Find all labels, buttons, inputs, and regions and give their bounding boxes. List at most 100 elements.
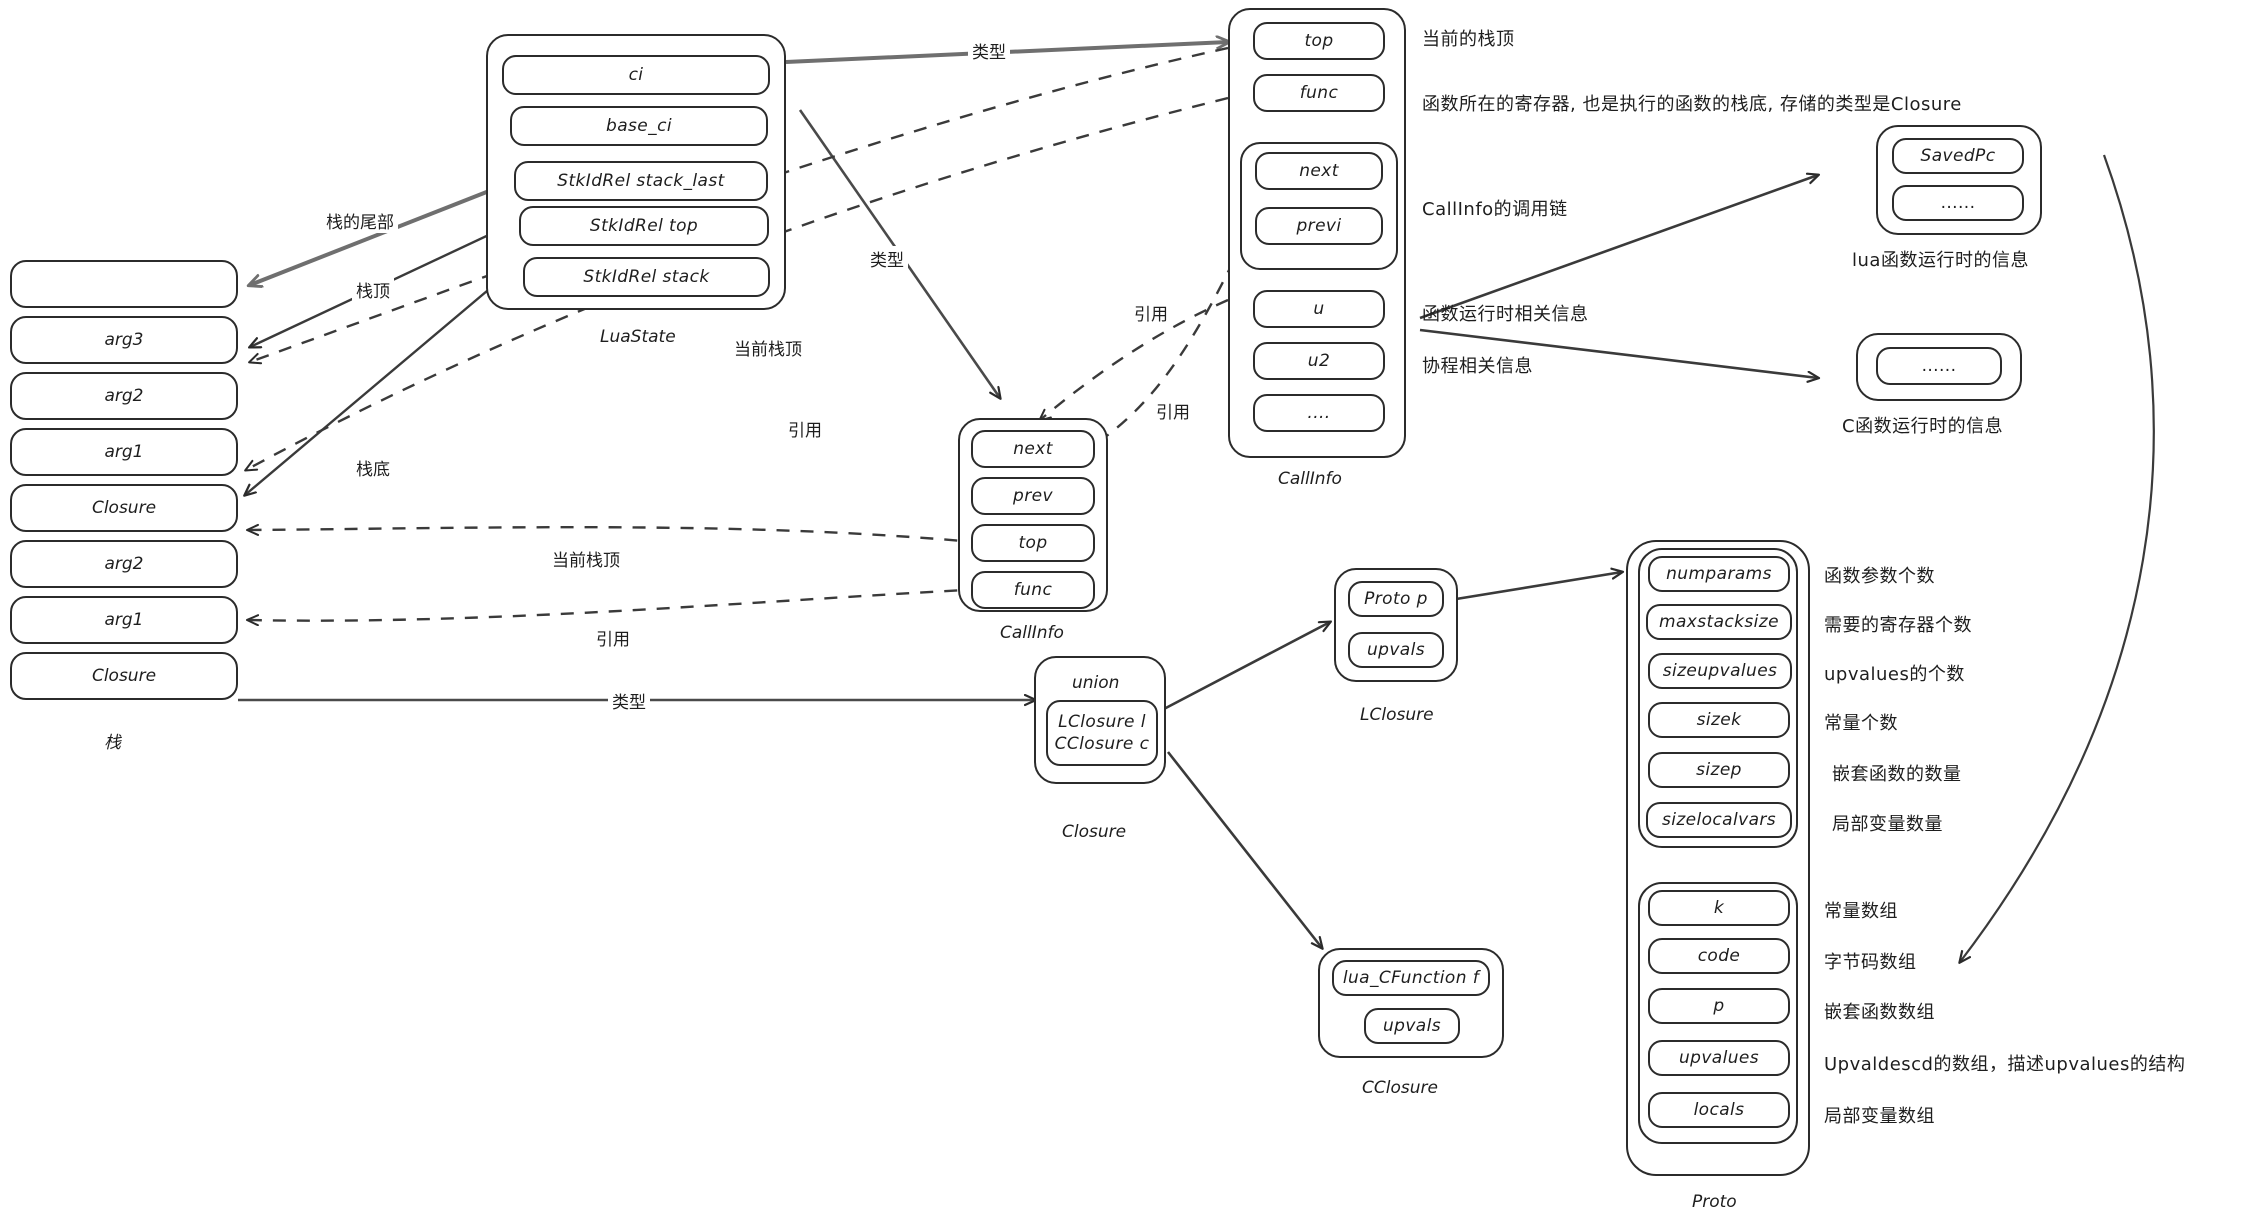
callinfo-mid-field-func[interactable]: func [971, 571, 1095, 609]
lua-runtime-field-rest[interactable]: ...... [1892, 185, 2024, 221]
callinfo-mid-field-next[interactable]: next [971, 430, 1095, 468]
annotation-coroutine-info: 协程相关信息 [1422, 356, 1533, 377]
field-label: ci [628, 65, 644, 85]
callinfo-top-field-previ[interactable]: previ [1255, 207, 1383, 245]
field-label: .... [1307, 403, 1331, 423]
field-label: code [1697, 946, 1741, 966]
stack-cell-label: Closure [91, 498, 157, 518]
cclosure-field-upvals[interactable]: upvals [1364, 1008, 1460, 1044]
luastate-caption: LuaState [600, 327, 676, 347]
field-label: ...... [1940, 193, 1976, 213]
field-label: SavedPc [1920, 146, 1996, 166]
edge-label-ref-2: 引用 [1152, 398, 1194, 423]
proto-field-sizeupvalues[interactable]: sizeupvalues [1648, 653, 1792, 689]
edge-label-ref-1: 引用 [1130, 300, 1172, 325]
callinfo-top-field-next[interactable]: next [1255, 152, 1383, 190]
proto-annotation-sizeupvalues: upvalues的个数 [1824, 664, 1965, 685]
closure-caption: Closure [1062, 822, 1127, 842]
closure-field-cclosure[interactable]: CClosure c [1055, 734, 1150, 754]
field-label: p [1713, 996, 1725, 1016]
callinfo-top-field-func[interactable]: func [1253, 74, 1385, 112]
stack-cell-label: arg1 [104, 442, 144, 462]
edge-label-ref-4: 引用 [592, 625, 634, 650]
proto-annotation-numparams: 函数参数个数 [1824, 566, 1935, 587]
closure-union-label: union [1072, 673, 1120, 693]
proto-annotation-code: 字节码数组 [1824, 952, 1917, 973]
proto-field-maxstacksize[interactable]: maxstacksize [1646, 604, 1792, 640]
stack-cell-6[interactable]: arg1 [10, 596, 238, 644]
stack-cell-5[interactable]: arg2 [10, 540, 238, 588]
c-runtime-field-rest[interactable]: ...... [1876, 347, 2002, 385]
c-runtime-caption: C函数运行时的信息 [1842, 416, 2004, 437]
edge-label-ref-3: 引用 [784, 416, 826, 441]
proto-field-upvalues[interactable]: upvalues [1648, 1040, 1790, 1076]
proto-annotation-p: 嵌套函数数组 [1824, 1002, 1935, 1023]
edge-label-current-top-2: 当前栈顶 [548, 546, 624, 571]
callinfo-top-field-rest[interactable]: .... [1253, 394, 1385, 432]
callinfo-mid-field-prev[interactable]: prev [971, 477, 1095, 515]
stack-cell-0[interactable] [10, 260, 238, 308]
field-label: sizep [1696, 760, 1742, 780]
proto-field-sizek[interactable]: sizek [1648, 702, 1790, 738]
stack-cell-7[interactable]: Closure [10, 652, 238, 700]
edge-label-type-1: 类型 [968, 38, 1010, 63]
cclosure-caption: CClosure [1362, 1078, 1438, 1098]
callinfo-top-field-u2[interactable]: u2 [1253, 342, 1385, 380]
lua-runtime-caption: lua函数运行时的信息 [1852, 250, 2029, 271]
proto-caption: Proto [1692, 1192, 1737, 1212]
annotation-func-runtime-info: 函数运行时相关信息 [1422, 304, 1589, 325]
field-label: numparams [1666, 564, 1772, 584]
field-label: next [1013, 439, 1053, 459]
proto-field-k[interactable]: k [1648, 890, 1790, 926]
stack-cell-3[interactable]: arg1 [10, 428, 238, 476]
edge-label-stack-bottom: 栈底 [352, 455, 394, 480]
luastate-field-ci[interactable]: ci [502, 55, 770, 95]
proto-annotation-maxstacksize: 需要的寄存器个数 [1824, 615, 1972, 636]
proto-field-code[interactable]: code [1648, 938, 1790, 974]
proto-annotation-k: 常量数组 [1824, 901, 1898, 922]
field-label: func [1013, 580, 1053, 600]
field-label: top [1304, 31, 1334, 51]
field-label: next [1299, 161, 1339, 181]
proto-field-p[interactable]: p [1648, 988, 1790, 1024]
proto-field-numparams[interactable]: numparams [1648, 556, 1790, 592]
field-label: Proto p [1364, 589, 1428, 609]
field-label: locals [1693, 1100, 1745, 1120]
field-label: sizeupvalues [1662, 661, 1778, 681]
field-label: StkIdRel top [589, 216, 699, 236]
field-label: top [1018, 533, 1048, 553]
proto-annotation-sizek: 常量个数 [1824, 713, 1898, 734]
field-label: base_ci [606, 116, 672, 136]
stack-cell-label: arg1 [104, 610, 144, 630]
field-label: upvals [1366, 640, 1426, 660]
edge-label-stack-tail: 栈的尾部 [322, 208, 398, 233]
stack-cell-label: Closure [91, 666, 157, 686]
luastate-field-stack_last[interactable]: StkIdRel stack_last [514, 161, 768, 201]
lua-runtime-field-savedpc[interactable]: SavedPc [1892, 138, 2024, 174]
cclosure-field-f[interactable]: lua_CFunction f [1332, 960, 1490, 996]
callinfo-top-field-top[interactable]: top [1253, 22, 1385, 60]
field-label: upvalues [1678, 1048, 1760, 1068]
luastate-field-top[interactable]: StkIdRel top [519, 206, 769, 246]
closure-field-lclosure[interactable]: LClosure l [1058, 712, 1146, 732]
edge-label-type-2: 类型 [866, 246, 908, 271]
field-label: StkIdRel stack [583, 267, 710, 287]
annotation-func-register: 函数所在的寄存器, 也是执行的函数的栈底, 存储的类型是Closure [1422, 94, 1962, 115]
callinfo-top-field-u[interactable]: u [1253, 290, 1385, 328]
proto-field-locals[interactable]: locals [1648, 1092, 1790, 1128]
lclosure-field-upvals[interactable]: upvals [1348, 632, 1444, 668]
callinfo-mid-field-top[interactable]: top [971, 524, 1095, 562]
proto-field-sizep[interactable]: sizep [1648, 752, 1790, 788]
stack-cell-4[interactable]: Closure [10, 484, 238, 532]
luastate-field-base_ci[interactable]: base_ci [510, 106, 768, 146]
field-label: upvals [1382, 1016, 1442, 1036]
luastate-field-stack[interactable]: StkIdRel stack [523, 257, 770, 297]
field-label: ...... [1921, 356, 1957, 376]
stack-cell-2[interactable]: arg2 [10, 372, 238, 420]
proto-field-sizelocalvars[interactable]: sizelocalvars [1646, 802, 1792, 838]
lclosure-field-proto[interactable]: Proto p [1348, 581, 1444, 617]
field-label: sizek [1696, 710, 1742, 730]
stack-cell-1[interactable]: arg3 [10, 316, 238, 364]
callinfo-mid-caption: CallInfo [1000, 623, 1064, 643]
stack-cell-label: arg2 [104, 386, 144, 406]
